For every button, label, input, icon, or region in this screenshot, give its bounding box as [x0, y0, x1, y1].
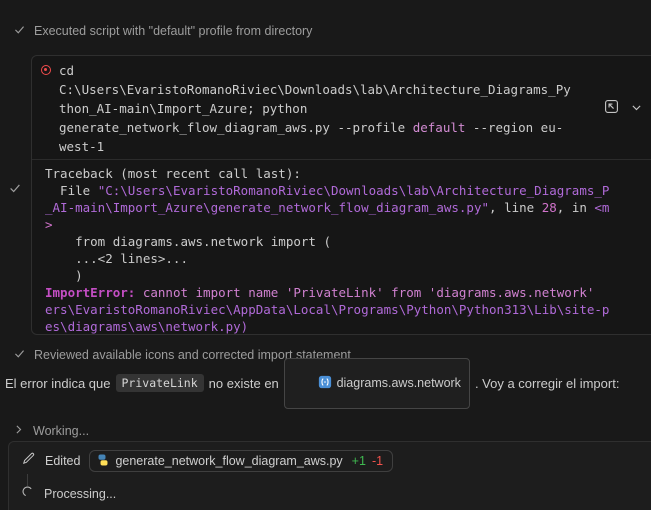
chevron-down-icon[interactable] — [630, 99, 643, 118]
spinner-icon — [21, 485, 34, 503]
terminal-line: Traceback (most recent call last): — [45, 165, 651, 182]
edited-label: Edited — [45, 454, 80, 468]
insert-into-terminal-icon[interactable] — [604, 99, 619, 118]
assistant-message: El error indica que PrivateLink no exist… — [5, 370, 619, 396]
chevron-right-icon — [12, 423, 25, 439]
assistant-text-2: no existe en — [209, 376, 279, 391]
edited-file-chip[interactable]: generate_network_flow_diagram_aws.py +1 … — [89, 450, 393, 472]
check-icon — [13, 347, 26, 363]
terminal-output-section: Traceback (most recent call last): File … — [32, 160, 651, 335]
symbol-chip-label: diagrams.aws.network — [337, 376, 461, 390]
check-icon — [13, 23, 26, 39]
terminal-line: from diagrams.aws.network import ( — [45, 233, 651, 250]
inline-code-privatelink: PrivateLink — [116, 374, 204, 392]
symbol-chip-diagrams-aws-network[interactable]: diagrams.aws.network — [284, 358, 470, 409]
diff-added: +1 — [352, 454, 366, 468]
terminal-line: west-1 — [59, 137, 651, 156]
terminal-output-card: cdC:\Users\EvaristoRomanoRiviec\Download… — [31, 55, 651, 335]
command-error-dot-icon[interactable] — [41, 65, 51, 75]
working-header[interactable]: Working... — [12, 423, 89, 439]
terminal-line: ) — [45, 267, 651, 284]
assistant-text-3: . Voy a corregir el import: — [475, 376, 620, 391]
diff-removed: -1 — [372, 454, 383, 468]
terminal-command-section: cdC:\Users\EvaristoRomanoRiviec\Download… — [32, 56, 651, 160]
processing-label: Processing... — [44, 487, 116, 501]
terminal-line: generate_network_flow_diagram_aws.py --p… — [59, 118, 651, 137]
check-icon — [8, 181, 22, 200]
python-file-icon — [97, 454, 109, 469]
working-label: Working... — [33, 424, 89, 438]
chat-panel: Executed script with "default" profile f… — [0, 0, 651, 510]
edited-row: Edited generate_network_flow_diagram_aws… — [21, 450, 393, 472]
terminal-line: C:\Users\EvaristoRomanoRiviec\Downloads\… — [59, 80, 651, 99]
terminal-line: > — [45, 216, 651, 233]
terminal-line: ...<2 lines>... — [45, 250, 651, 267]
terminal-line: thon_AI-main\Import_Azure; python — [59, 99, 651, 118]
working-card: Edited generate_network_flow_diagram_aws… — [8, 441, 651, 510]
processing-row: Processing... — [21, 483, 116, 505]
step-executed-label: Executed script with "default" profile f… — [34, 24, 312, 38]
assistant-text-1: El error indica que — [5, 376, 111, 391]
terminal-line: cd — [59, 61, 651, 80]
terminal-line: _AI-main\Import_Azure\generate_network_f… — [45, 199, 651, 216]
terminal-actions — [604, 99, 643, 118]
terminal-line: es\diagrams\aws\network.py) — [45, 318, 651, 335]
namespace-icon — [290, 361, 332, 406]
terminal-line: ImportError: cannot import name 'Private… — [45, 284, 651, 301]
terminal-command-lines: cdC:\Users\EvaristoRomanoRiviec\Download… — [59, 61, 651, 156]
step-executed: Executed script with "default" profile f… — [13, 23, 312, 39]
terminal-line: File "C:\Users\EvaristoRomanoRiviec\Down… — [45, 182, 651, 199]
terminal-output-lines: Traceback (most recent call last): File … — [45, 165, 651, 335]
edited-file-name: generate_network_flow_diagram_aws.py — [115, 454, 342, 468]
terminal-line: ers\EvaristoRomanoRiviec\AppData\Local\P… — [45, 301, 651, 318]
pencil-icon — [21, 451, 36, 471]
